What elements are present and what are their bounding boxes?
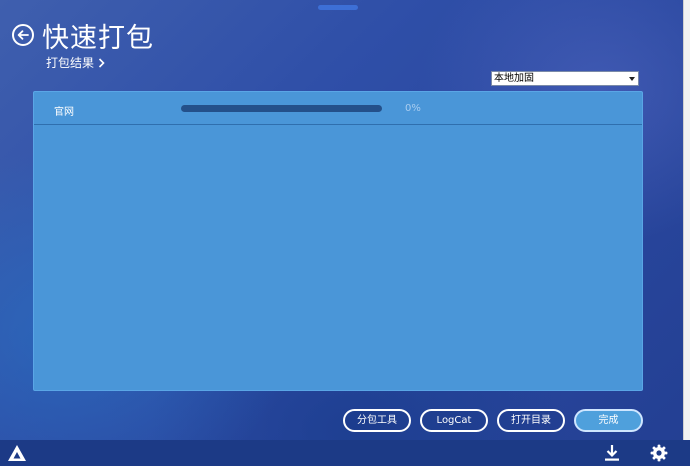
breadcrumb-label: 打包结果: [46, 56, 95, 70]
chevron-down-icon: [629, 77, 635, 81]
app-logo-icon: [8, 445, 26, 461]
progress-bar: [181, 105, 382, 112]
progress-percent: 0%: [405, 103, 421, 114]
channel-label: 官网: [54, 107, 74, 118]
logcat-button[interactable]: LogCat: [420, 409, 488, 432]
protection-mode-select[interactable]: 本地加固: [491, 71, 639, 86]
done-button[interactable]: 完成: [574, 409, 643, 432]
bottom-bar: [0, 440, 690, 466]
gear-icon[interactable]: [650, 444, 668, 462]
protection-mode-value: 本地加固: [494, 73, 534, 84]
result-row: 官网 0%: [34, 92, 642, 125]
download-icon[interactable]: [604, 444, 620, 462]
split-tool-button[interactable]: 分包工具: [343, 409, 411, 432]
app-window: 快速打包 打包结果 本地加固 官网 0% 分包工具 LogCat 打开目录 完成: [0, 0, 690, 466]
window-drag-handle[interactable]: [318, 5, 358, 10]
window-edge: [683, 0, 690, 440]
breadcrumb[interactable]: 打包结果: [46, 54, 105, 71]
page-title: 快速打包: [42, 23, 154, 54]
open-directory-button[interactable]: 打开目录: [497, 409, 565, 432]
back-arrow-icon: [17, 30, 29, 40]
results-panel: 官网 0%: [33, 91, 643, 391]
chevron-right-icon: [98, 57, 105, 68]
back-button[interactable]: [12, 24, 34, 46]
